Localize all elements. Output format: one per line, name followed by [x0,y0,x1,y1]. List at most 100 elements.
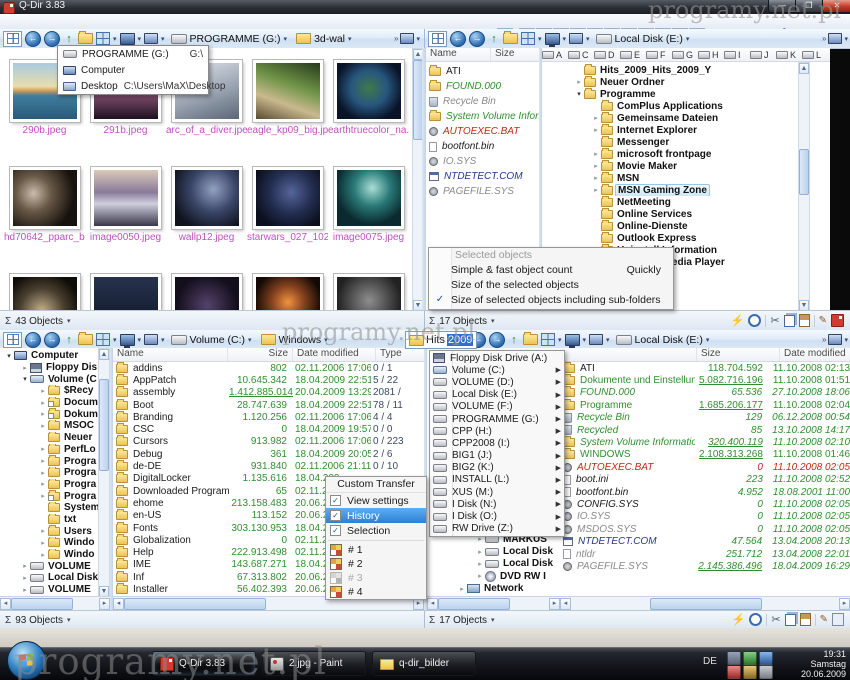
column-header-size[interactable]: Size [491,48,539,61]
file-row[interactable]: AUTOEXEC.BAT 0 11.10.2008 02:05 [560,461,850,473]
column-header-size[interactable]: Size [697,348,780,361]
up-button[interactable]: ↑ [63,334,75,346]
chevron-down-icon[interactable]: ▾ [583,336,587,344]
thumbnail[interactable]: earthtruecolor_na... [328,50,409,157]
drive-letter-button[interactable]: A [542,50,568,60]
file-row[interactable]: IO.SYS 0 11.10.2008 02:05 [560,511,850,523]
column-header-type[interactable]: Type [376,348,424,361]
drive-letter-button[interactable]: L [802,50,828,60]
tree-item[interactable]: MSN Gaming Zone [542,184,820,196]
drive-menu-item[interactable]: Local Disk (E:) ▶ [430,389,564,401]
thumbnail[interactable] [85,264,166,310]
column-header-date[interactable]: Date modified [780,348,850,361]
task-button[interactable]: 2.jpg - Paint [262,651,366,676]
chevron-down-icon[interactable]: ▾ [67,616,71,624]
thumbnail[interactable] [247,264,328,310]
path-combo-open[interactable]: Hits 2009 [405,331,477,349]
file-row[interactable]: bootfont.bin [426,139,539,154]
drive-letter-button[interactable]: G [672,50,698,60]
forward-button[interactable]: → [489,332,505,348]
desktop-button[interactable] [120,334,135,346]
transfer-slot-item[interactable]: # 3 [326,571,426,585]
menu-item[interactable] [42,21,56,23]
tree-item[interactable]: Local Disk [0,572,99,584]
views-button[interactable] [96,32,110,45]
tray-icon[interactable] [759,665,773,679]
file-row[interactable]: NTDETECT.COM 47.564 13.04.2008 20:13 [560,535,850,547]
refresh-bolt-icon[interactable]: ⚡ [731,315,745,327]
file-row[interactable]: bootfont.bin 4.952 18.08.2001 11:00 [560,486,850,498]
drive-menu-item[interactable]: CPP2008 (I:) ▶ [430,437,564,449]
tree-item[interactable]: Hits_2009_Hits_2009_Y [542,64,820,76]
file-row[interactable]: addins 802 02.11.2006 17:06 0 / 1 [113,362,424,374]
thumbnail[interactable]: wallp12.jpeg [166,157,247,264]
expander-icon[interactable] [38,492,48,500]
tree-item[interactable]: Progra [0,455,99,467]
drive-combo[interactable]: Local Disk (E:) ▾ [593,31,693,46]
drive-letter-button[interactable]: D [594,50,620,60]
file-row[interactable]: WINDOWS 2.108.313.268 11.10.2008 01:46 [560,449,850,461]
expander-icon[interactable] [38,422,48,430]
tree-item[interactable]: Windo [0,549,99,561]
start-button[interactable] [7,641,46,680]
expander-icon[interactable] [38,551,48,559]
computer-button[interactable] [144,334,158,345]
maximize-button[interactable]: ❐ [795,0,823,13]
panel-icon[interactable] [832,613,844,626]
file-row[interactable]: PAGEFILE.SYS [426,184,539,199]
tree-item[interactable]: Programme [542,88,820,100]
computer-button[interactable] [569,33,583,44]
file-row[interactable]: System Volume Informatio [426,109,539,124]
file-row[interactable]: CSC 0 18.04.2009 19:57 0 / 0 [113,423,424,435]
drive-menu-item[interactable]: BIG1 (J:) ▶ [430,450,564,462]
thumbnail[interactable] [166,264,247,310]
menu-checkbox-item[interactable]: View settings [326,493,426,508]
tree-item[interactable]: Online Services [542,208,820,220]
tray-icon[interactable] [727,665,741,679]
views-button[interactable] [521,32,535,45]
expander-icon[interactable] [591,150,601,158]
file-row[interactable]: AUTOEXEC.BAT [426,124,539,139]
drive-menu-item[interactable]: I Disk (O:) ▶ [430,510,564,522]
toolbar-overflow[interactable]: »▾ [822,31,848,46]
tree-item[interactable]: microsoft frontpage [542,148,820,160]
tree-item[interactable]: Users [0,525,99,537]
tree-item[interactable]: Local Disk [447,545,560,557]
clock[interactable]: 19:31 Samstag 20.06.2009 [801,649,846,679]
transfer-slot-item[interactable]: # 4 [326,585,426,599]
tree-item[interactable]: ComPlus Applications [542,100,820,112]
tree-item[interactable]: NetMeeting [542,196,820,208]
tree-item[interactable]: Computer [0,350,99,362]
task-button[interactable]: q-dir_bilder [372,651,476,676]
tree-item[interactable]: VOLUME [0,560,99,572]
menu-item[interactable] [70,21,84,23]
column-header-size[interactable]: Size [228,348,293,361]
file-row[interactable]: FOUND.000 [426,79,539,94]
chevron-down-icon[interactable]: ▾ [138,336,142,344]
menu-item[interactable] [14,21,28,23]
toolbar-overflow[interactable]: »▾ [394,31,420,46]
folder-combo[interactable]: 3d-wal ▾ [293,31,354,46]
drive-menu-item[interactable]: VOLUME (F:) ▶ [430,401,564,413]
computer-button[interactable] [144,33,158,44]
drive-letter-button[interactable]: I [724,50,750,60]
chevron-down-icon[interactable]: ▾ [113,336,117,344]
tree-item[interactable]: Network [447,583,560,595]
column-header-name[interactable] [560,348,697,361]
drive-letter-button[interactable]: H [698,50,724,60]
expander-icon[interactable] [38,399,48,407]
expander-icon[interactable] [38,387,48,395]
tree-item[interactable]: Volume (C [0,373,99,385]
expander-icon[interactable] [475,548,485,556]
tree-item[interactable]: txt [0,514,99,526]
column-header-name[interactable]: Name [426,48,491,61]
checkbox-icon[interactable] [330,510,341,521]
expander-icon[interactable] [574,90,584,98]
expander-icon[interactable] [38,410,48,418]
desktop-button[interactable] [120,33,135,45]
menu-item[interactable]: ✓ Size of the selected objects [429,277,673,292]
expander-icon[interactable] [591,162,601,170]
chevron-down-icon[interactable]: ▾ [138,35,142,43]
copy-icon[interactable] [784,315,795,327]
thumbnail[interactable] [328,264,409,310]
